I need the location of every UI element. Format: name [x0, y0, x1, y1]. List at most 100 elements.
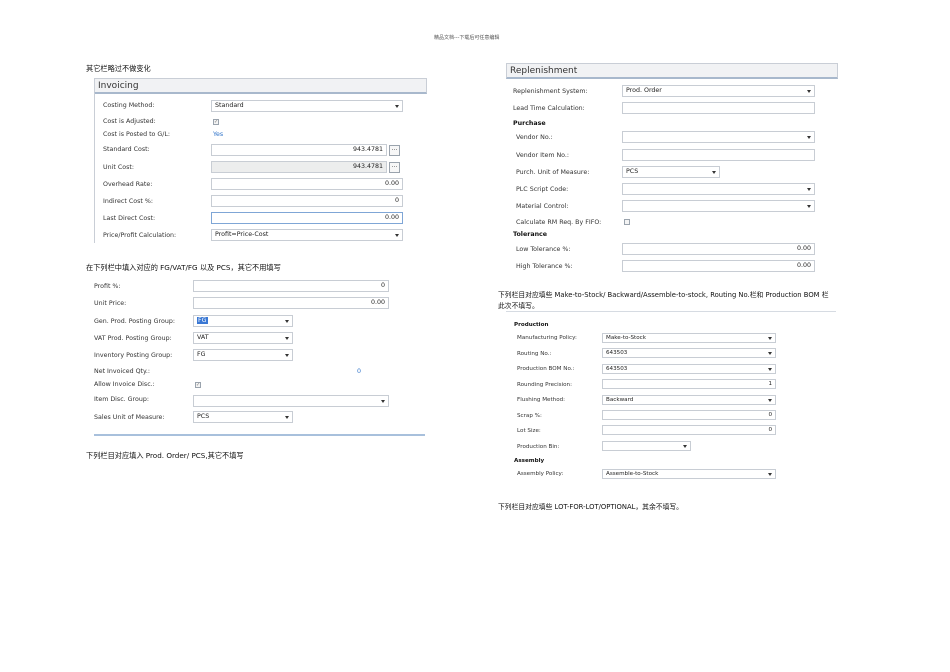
- calc-rm-fifo-checkbox[interactable]: [624, 219, 630, 225]
- manufacturing-policy-label: Manufacturing Policy:: [517, 335, 577, 341]
- chevron-down-icon: [807, 90, 811, 93]
- purch-uom-label: Purch. Unit of Measure:: [516, 169, 590, 176]
- scrap-field[interactable]: 0: [602, 410, 776, 420]
- inventory-posting-label: Inventory Posting Group:: [94, 352, 173, 359]
- standard-cost-lookup-button[interactable]: ...: [389, 145, 400, 156]
- chevron-down-icon: [768, 399, 772, 402]
- lot-size-field[interactable]: 0: [602, 425, 776, 435]
- unit-cost-label: Unit Cost:: [103, 164, 134, 171]
- replenishment-system-label: Replenishment System:: [513, 88, 588, 95]
- lead-time-label: Lead Time Calculation:: [513, 105, 585, 112]
- gen-prod-posting-label: Gen. Prod. Posting Group:: [94, 318, 175, 325]
- note-skip-other-fields: 其它栏略过不做变化: [86, 64, 151, 73]
- invoicing-title: Invoicing: [98, 81, 139, 91]
- section-divider: [94, 434, 425, 436]
- sales-uom-select[interactable]: PCS: [193, 411, 293, 423]
- low-tolerance-field[interactable]: 0.00: [622, 243, 815, 255]
- gen-prod-posting-select[interactable]: FG: [193, 315, 293, 327]
- chevron-down-icon: [285, 416, 289, 419]
- production-bin-label: Production Bin:: [517, 444, 560, 450]
- sales-uom-label: Sales Unit of Measure:: [94, 414, 165, 421]
- unit-price-label: Unit Price:: [94, 300, 127, 307]
- last-direct-cost-field[interactable]: 0.00: [211, 212, 403, 224]
- item-disc-group-label: Item Disc. Group:: [94, 396, 149, 403]
- production-bom-label: Production BOM No.:: [517, 366, 575, 372]
- profit-label: Profit %:: [94, 283, 121, 290]
- production-bom-select[interactable]: 643503: [602, 364, 776, 374]
- chevron-down-icon: [807, 136, 811, 139]
- scrap-label: Scrap %:: [517, 413, 542, 419]
- standard-cost-label: Standard Cost:: [103, 146, 150, 153]
- price-profit-label: Price/Profit Calculation:: [103, 232, 177, 239]
- note-production-line2: 此次不填写。: [498, 302, 539, 310]
- cost-is-adjusted-checkbox[interactable]: ✓: [213, 119, 219, 125]
- chevron-down-icon: [285, 354, 289, 357]
- allow-invoice-disc-checkbox[interactable]: ✓: [195, 382, 201, 388]
- high-tolerance-field[interactable]: 0.00: [622, 260, 815, 272]
- vat-prod-posting-select[interactable]: VAT: [193, 332, 293, 344]
- last-direct-cost-label: Last Direct Cost:: [103, 215, 156, 222]
- material-control-label: Material Control:: [516, 203, 569, 210]
- production-bin-select[interactable]: [602, 441, 691, 451]
- unit-cost-field[interactable]: 943.4781: [211, 161, 387, 173]
- standard-cost-field[interactable]: 943.4781: [211, 144, 387, 156]
- document-header-note: 精品文档---下载后可任意编辑: [434, 35, 500, 41]
- lead-time-field[interactable]: [622, 102, 815, 114]
- invoicing-section-header[interactable]: Invoicing: [94, 78, 427, 94]
- chevron-down-icon: [768, 368, 772, 371]
- vendor-item-field[interactable]: [622, 149, 815, 161]
- replenishment-title: Replenishment: [510, 66, 578, 76]
- profit-field[interactable]: 0: [193, 280, 389, 292]
- allow-invoice-disc-label: Allow Invoice Disc.:: [94, 381, 155, 388]
- note-fill-fg-vat: 在下列栏中填入对应的 FG/VAT/FG 以及 PCS，其它不用填写: [86, 263, 281, 272]
- chevron-down-icon: [768, 352, 772, 355]
- plc-script-select[interactable]: [622, 183, 815, 195]
- tolerance-heading: Tolerance: [513, 231, 548, 238]
- indirect-cost-field[interactable]: 0: [211, 195, 403, 207]
- chevron-down-icon: [768, 337, 772, 340]
- vat-prod-posting-label: VAT Prod. Posting Group:: [94, 335, 172, 342]
- chevron-down-icon: [768, 473, 772, 476]
- net-invoiced-label: Net Invoiced Qty.:: [94, 368, 150, 375]
- inventory-posting-select[interactable]: FG: [193, 349, 293, 361]
- chevron-down-icon: [683, 445, 687, 448]
- note-production-line1: 下列栏目对应填些 Make-to-Stock/ Backward/Assembl…: [498, 291, 829, 299]
- price-profit-select[interactable]: Profit=Price-Cost: [211, 229, 403, 241]
- lot-size-label: Lot Size:: [517, 428, 541, 434]
- routing-no-label: Routing No.:: [517, 351, 552, 357]
- material-control-select[interactable]: [622, 200, 815, 212]
- assembly-policy-select[interactable]: Assemble-to-Stock: [602, 469, 776, 479]
- note-prod-order-pcs: 下列栏目对应填入 Prod. Order/ PCS,其它不填写: [86, 451, 244, 460]
- note-lot-for-lot: 下列栏目对应填些 LOT-FOR-LOT/OPTIONAL，其余不填写。: [498, 503, 683, 511]
- purch-uom-select[interactable]: PCS: [622, 166, 720, 178]
- replenishment-section-header[interactable]: Replenishment: [506, 63, 838, 79]
- rounding-precision-label: Rounding Precision:: [517, 382, 572, 388]
- vendor-item-label: Vendor Item No.:: [516, 152, 570, 159]
- cost-is-adjusted-label: Cost is Adjusted:: [103, 118, 156, 125]
- chevron-down-icon: [395, 234, 399, 237]
- item-disc-group-select[interactable]: [193, 395, 389, 407]
- chevron-down-icon: [285, 320, 289, 323]
- assembly-policy-label: Assembly Policy:: [517, 471, 564, 477]
- unit-cost-lookup-button[interactable]: ...: [389, 162, 400, 173]
- routing-no-select[interactable]: 643503: [602, 348, 776, 358]
- low-tolerance-label: Low Tolerance %:: [516, 246, 571, 253]
- rounding-precision-field[interactable]: 1: [602, 379, 776, 389]
- flushing-method-select[interactable]: Backward: [602, 395, 776, 405]
- unit-price-field[interactable]: 0.00: [193, 297, 389, 309]
- costing-method-select[interactable]: Standard: [211, 100, 403, 112]
- flushing-method-label: Flushing Method:: [517, 397, 566, 403]
- invoicing-panel-border: [94, 93, 95, 243]
- replenishment-system-select[interactable]: Prod. Order: [622, 85, 815, 97]
- high-tolerance-label: High Tolerance %:: [516, 263, 573, 270]
- purchase-heading: Purchase: [513, 120, 546, 127]
- cost-posted-gl-value: Yes: [213, 131, 224, 138]
- chevron-down-icon: [712, 171, 716, 174]
- cost-posted-gl-label: Cost is Posted to G/L:: [103, 131, 171, 138]
- manufacturing-policy-select[interactable]: Make-to-Stock: [602, 333, 776, 343]
- overhead-rate-field[interactable]: 0.00: [211, 178, 403, 190]
- chevron-down-icon: [807, 205, 811, 208]
- assembly-heading: Assembly: [514, 458, 545, 464]
- vendor-no-select[interactable]: [622, 131, 815, 143]
- overhead-rate-label: Overhead Rate:: [103, 181, 153, 188]
